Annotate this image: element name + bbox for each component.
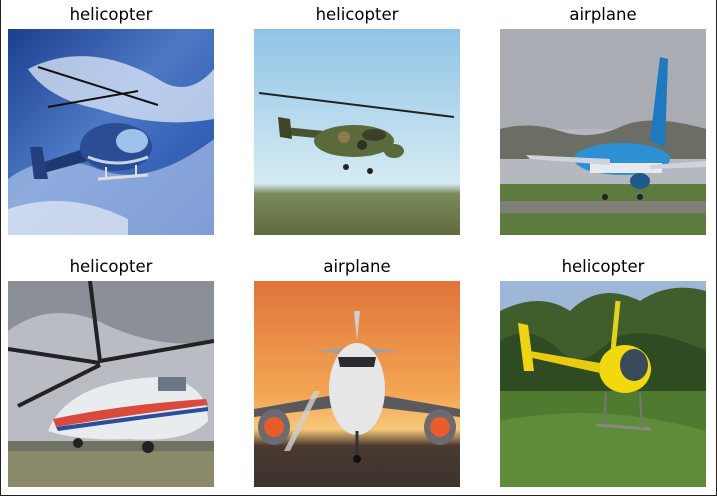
image-label: helicopter [561, 257, 645, 276]
image-label: helicopter [69, 257, 153, 276]
helicopter-image [254, 29, 460, 235]
grid-cell-5: airplane [254, 256, 460, 487]
image-label: airplane [569, 5, 637, 24]
airplane-image [500, 29, 706, 235]
airplane-image [254, 281, 460, 487]
grid-cell-6: helicopter [500, 256, 706, 487]
image-label: airplane [323, 257, 391, 276]
helicopter-image [500, 281, 706, 487]
grid-cell-3: airplane [500, 4, 706, 235]
grid-cell-1: helicopter [8, 4, 214, 235]
helicopter-image [8, 29, 214, 235]
image-label: helicopter [69, 5, 153, 24]
grid-cell-2: helicopter [254, 4, 460, 235]
helicopter-image [8, 281, 214, 487]
image-label: helicopter [315, 5, 399, 24]
grid-cell-4: helicopter [8, 256, 214, 487]
